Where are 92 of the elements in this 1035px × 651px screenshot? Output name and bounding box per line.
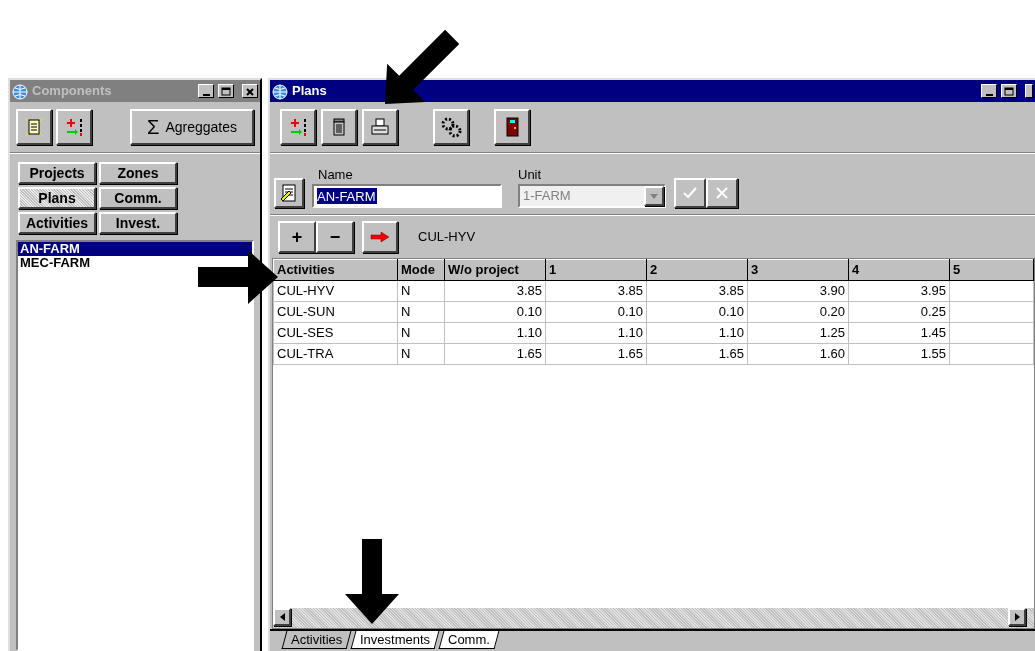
close-button[interactable] (1025, 84, 1033, 98)
table-cell: CUL-TRA (273, 343, 398, 365)
table-cell: 1.10 (646, 322, 748, 344)
table-cell: 1.25 (747, 322, 849, 344)
cancel-button[interactable] (706, 178, 738, 208)
horizontal-scrollbar[interactable] (273, 608, 1034, 628)
table-cell: 1.65 (444, 343, 546, 365)
list-item[interactable]: AN-FARM (18, 242, 252, 256)
minimize-button[interactable] (981, 84, 997, 98)
table-cell: 3.85 (646, 280, 748, 302)
list-item[interactable]: MEC-FARM (18, 256, 252, 270)
scroll-right-button[interactable] (1008, 608, 1026, 626)
tab[interactable]: Comm. (439, 631, 500, 649)
table-cell: 1.60 (747, 343, 849, 365)
table-cell: 3.95 (848, 280, 950, 302)
edit-button[interactable] (274, 178, 304, 208)
filter-button[interactable]: Plans (18, 187, 96, 209)
unit-label: Unit (518, 165, 543, 184)
table-cell: CUL-HYV (273, 280, 398, 302)
tab[interactable]: Activities (281, 631, 352, 649)
filter-button[interactable]: Projects (18, 162, 96, 184)
table-cell: N (397, 322, 445, 344)
gears-icon (440, 116, 462, 138)
table-cell: 1.10 (545, 322, 647, 344)
name-label: Name (317, 165, 354, 184)
table-cell: 3.85 (444, 280, 546, 302)
printer-button[interactable] (362, 109, 398, 145)
column-header[interactable]: 5 (949, 259, 1034, 281)
maximize-icon (1004, 87, 1014, 98)
table-cell: N (397, 280, 445, 302)
door-button[interactable] (494, 109, 530, 145)
arrow-right-icon (370, 231, 390, 243)
table-cell: 3.90 (747, 280, 849, 302)
printer-icon (369, 116, 391, 138)
window-title: Plans (292, 82, 328, 101)
new-document-icon (23, 116, 45, 138)
table-cell: 1.65 (545, 343, 647, 365)
maximize-icon (221, 87, 231, 98)
close-button[interactable] (242, 84, 258, 98)
add-button[interactable]: + (278, 221, 316, 253)
table-cell: 1.45 (848, 322, 950, 344)
aggregates-button[interactable]: Σ Agreggates (130, 109, 254, 145)
table-cell: 1.65 (646, 343, 748, 365)
current-activity: CUL-HYV (418, 228, 476, 247)
left-arrow-icon (279, 613, 285, 621)
caret-icon (650, 193, 658, 199)
right-arrow-icon (1014, 613, 1020, 621)
column-header[interactable]: Mode (397, 259, 445, 281)
filter-button[interactable]: Invest. (99, 212, 177, 234)
remove-button[interactable]: − (316, 221, 354, 253)
maximize-button[interactable] (1001, 84, 1017, 98)
globe-icon (272, 83, 288, 100)
column-header[interactable]: 4 (848, 259, 950, 281)
column-header[interactable]: W/o project (444, 259, 546, 281)
column-header[interactable]: 3 (747, 259, 849, 281)
minimize-icon (985, 94, 993, 97)
table-cell: 0.10 (444, 301, 546, 323)
confirm-button[interactable] (674, 178, 706, 208)
table-cell: 0.20 (747, 301, 849, 323)
table-cell: 0.25 (848, 301, 950, 323)
table-cell: CUL-SUN (273, 301, 398, 323)
minimize-button[interactable] (198, 84, 214, 98)
filter-button[interactable]: Zones (99, 162, 177, 184)
tab[interactable]: Investments (350, 631, 440, 649)
maximize-button[interactable] (218, 84, 234, 98)
column-header[interactable]: 2 (646, 259, 748, 281)
table-cell: 0.10 (646, 301, 748, 323)
scroll-left-button[interactable] (273, 608, 291, 626)
cancel-icon (715, 186, 729, 200)
filter-button[interactable]: Comm. (99, 187, 177, 209)
gears-button[interactable] (433, 109, 469, 145)
table-cell: N (397, 343, 445, 365)
go-button[interactable] (362, 221, 398, 253)
name-field[interactable]: AN-FARM (312, 184, 502, 208)
table-cell: 3.85 (545, 280, 647, 302)
table-cell: 1.10 (444, 322, 546, 344)
table-cell: N (397, 301, 445, 323)
check-icon (682, 185, 698, 201)
new-document-button[interactable] (16, 109, 52, 145)
close-icon (245, 87, 255, 98)
add-row-button[interactable] (280, 109, 316, 145)
table-cell: CUL-SES (273, 322, 398, 344)
table-cell: 0.10 (545, 301, 647, 323)
column-header[interactable]: 1 (545, 259, 647, 281)
table-cell: 1.55 (848, 343, 950, 365)
add-row-button[interactable] (56, 109, 92, 145)
window-title: Components (32, 82, 113, 101)
column-header[interactable]: Activities (273, 259, 398, 281)
minimize-icon (202, 94, 210, 97)
filter-button[interactable]: Activities (18, 212, 96, 234)
globe-icon (12, 83, 28, 100)
trash-button[interactable] (321, 109, 357, 145)
